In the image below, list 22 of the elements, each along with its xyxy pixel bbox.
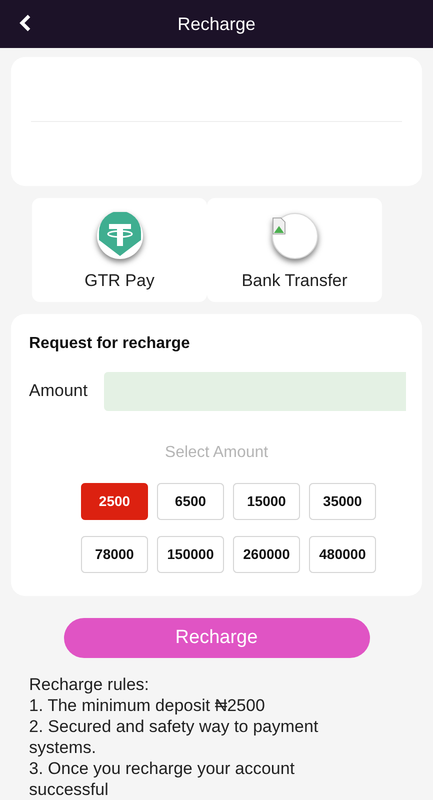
amount-option-button[interactable]: 150000 <box>157 536 224 573</box>
rule-text: 2. Secured and safety way to payment systems. <box>29 716 320 758</box>
payment-method-card[interactable]: GTR Pay <box>32 198 207 302</box>
broken-image-icon <box>270 212 318 260</box>
payment-method-label: Bank Transfer <box>242 270 348 292</box>
amount-option-button[interactable]: 15000 <box>233 482 300 520</box>
amount-option-button[interactable]: 78000 <box>81 536 148 573</box>
amount-option-button[interactable]: 260000 <box>233 536 300 573</box>
rule-text: 3. Once you recharge your account successful <box>29 758 296 800</box>
amount-option-button[interactable]: 35000 <box>309 482 376 520</box>
amount-option-button[interactable]: 6500 <box>157 482 224 520</box>
payment-method-label: GTR Pay <box>84 270 154 292</box>
page-title: Recharge <box>177 12 256 36</box>
amount-option-button[interactable]: 2500 <box>81 482 148 520</box>
rule-text: Recharge rules: <box>29 674 150 695</box>
select-amount-label: Select Amount <box>164 442 270 463</box>
amount-input-field[interactable] <box>104 372 406 411</box>
rule-text: 1. The minimum deposit ₦2500 <box>29 695 266 716</box>
payment-method-card[interactable]: Bank Transfer <box>207 198 382 302</box>
section-title: Request for recharge <box>29 334 191 354</box>
amount-label: Amount <box>29 380 89 402</box>
amount-option-button[interactable]: 480000 <box>309 536 376 573</box>
